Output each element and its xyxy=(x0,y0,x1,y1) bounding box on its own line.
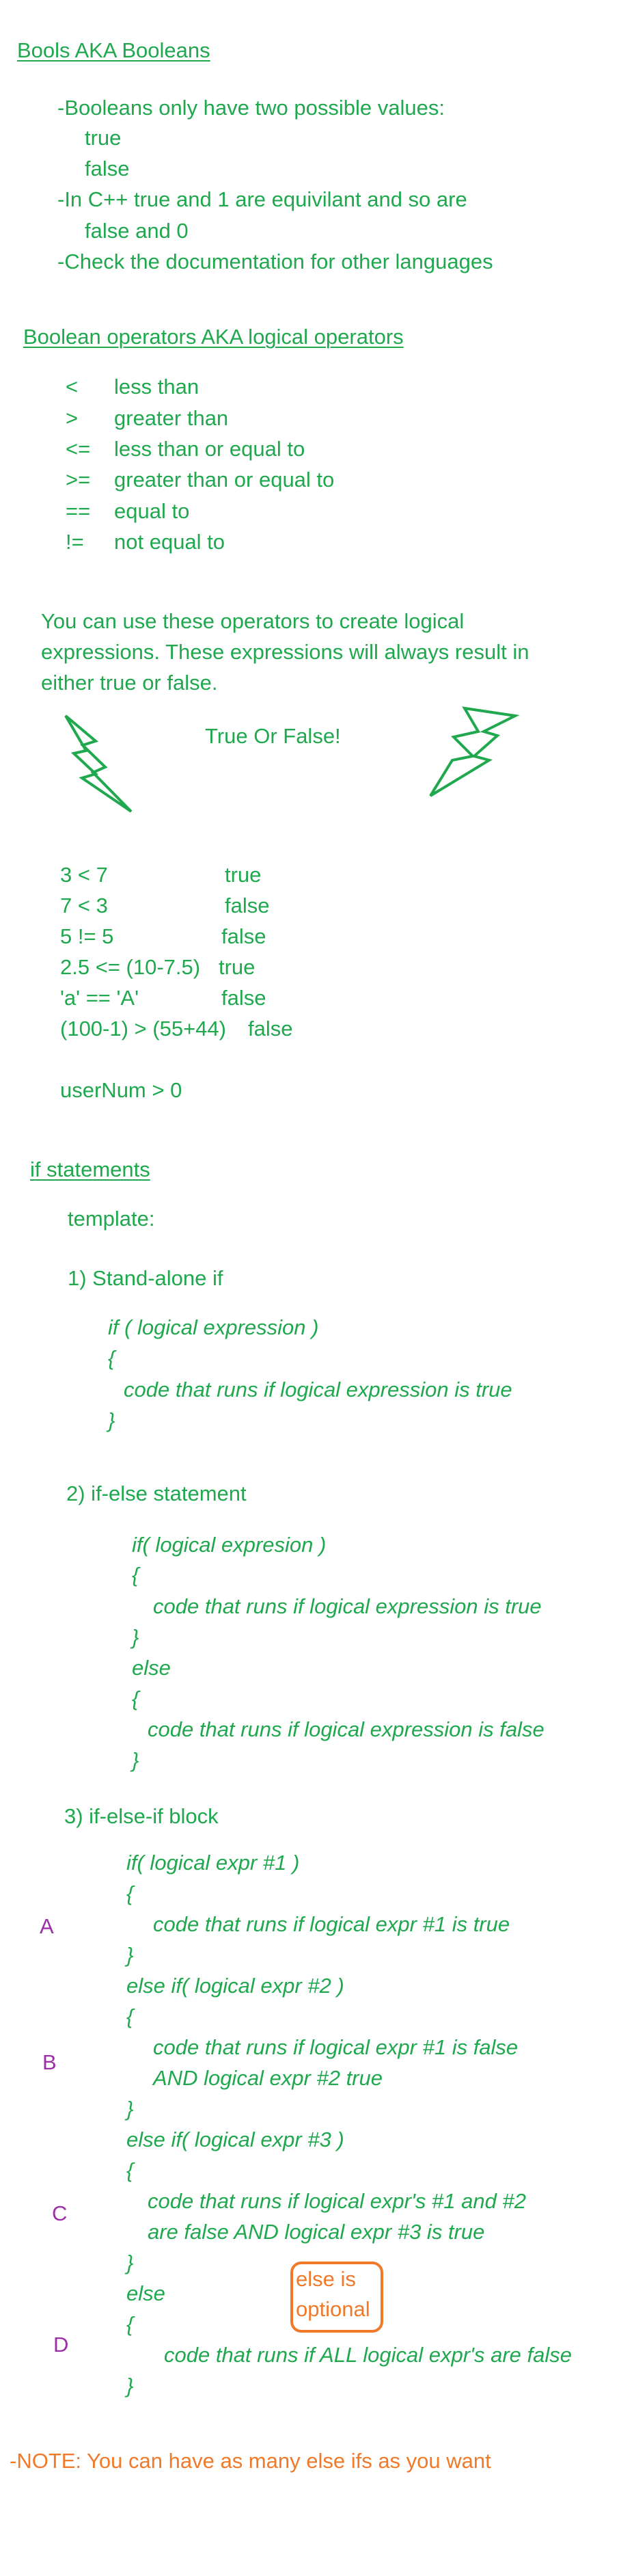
expressions-intro-line: expressions. These expressions will alwa… xyxy=(41,640,529,664)
block-marker-a: A xyxy=(40,1914,54,1938)
operator-symbol: == xyxy=(66,499,91,523)
example-expression: 'a' == 'A' xyxy=(60,986,139,1010)
example-result: false xyxy=(221,986,266,1010)
code-line: else xyxy=(126,2281,165,2305)
example-row: 'a' == 'A' false xyxy=(60,984,470,1012)
if-else-title: 2) if-else statement xyxy=(66,1481,247,1505)
code-line: } xyxy=(126,2374,134,2398)
if-statements-heading: if statements xyxy=(30,1157,150,1181)
operator-row: >= greater than or equal to xyxy=(66,466,544,494)
code-line: } xyxy=(126,2097,134,2121)
block-marker-b: B xyxy=(42,2050,57,2074)
code-line: else if( logical expr #2 ) xyxy=(126,1974,344,1998)
code-line: } xyxy=(108,1408,115,1432)
operator-symbol: <= xyxy=(66,437,91,461)
code-line: else if( logical expr #3 ) xyxy=(126,2128,344,2151)
true-or-false-banner: True Or False! xyxy=(205,724,341,748)
code-line: else xyxy=(132,1656,171,1680)
lightning-bolt-icon xyxy=(429,706,520,797)
code-line: { xyxy=(126,2312,134,2336)
bools-line: true xyxy=(85,126,122,150)
example-result: true xyxy=(219,955,256,979)
code-line: if( logical expresion ) xyxy=(132,1533,327,1557)
expressions-intro-line: either true or false. xyxy=(41,671,218,695)
else-optional-callout: else is optional xyxy=(290,2262,383,2333)
operator-meaning: less than xyxy=(114,375,199,399)
code-line: { xyxy=(126,1881,134,1905)
code-line: { xyxy=(126,2158,134,2182)
example-result: true xyxy=(225,863,262,887)
code-line: code that runs if logical expr #1 is fal… xyxy=(153,2035,519,2059)
code-line: } xyxy=(126,1943,134,1967)
example-row: 5 != 5 false xyxy=(60,923,470,950)
block-marker-d: D xyxy=(53,2333,69,2357)
code-line: if ( logical expression ) xyxy=(108,1315,319,1339)
operators-heading: Boolean operators AKA logical operators xyxy=(23,325,404,349)
operator-meaning: greater than or equal to xyxy=(114,468,335,492)
example-expression: 3 < 7 xyxy=(60,863,108,887)
user-expression: userNum > 0 xyxy=(60,1078,182,1102)
code-line: code that runs if logical expr #1 is tru… xyxy=(153,1912,510,1936)
operator-meaning: less than or equal to xyxy=(114,437,305,461)
example-row: 7 < 3 false xyxy=(60,892,470,920)
code-line: AND logical expr #2 true xyxy=(153,2066,383,2090)
code-line: { xyxy=(132,1563,139,1587)
example-expression: (100-1) > (55+44) xyxy=(60,1017,226,1041)
bools-line: false xyxy=(85,157,130,180)
code-line: { xyxy=(108,1346,115,1370)
bools-heading: Bools AKA Booleans xyxy=(17,38,210,62)
example-row: 3 < 7 true xyxy=(60,861,470,889)
example-expression: 7 < 3 xyxy=(60,894,108,917)
example-expression: 5 != 5 xyxy=(60,924,114,948)
code-line: { xyxy=(126,2004,134,2028)
code-line: code that runs if logical expr's #1 and … xyxy=(148,2189,526,2213)
note-text: -NOTE: You can have as many else ifs as … xyxy=(10,2449,491,2473)
operator-symbol: > xyxy=(66,406,79,430)
code-line: are false AND logical expr #3 is true xyxy=(148,2220,485,2244)
bools-line: -Check the documentation for other langu… xyxy=(57,250,493,273)
operator-symbol: < xyxy=(66,375,79,399)
code-line: code that runs if logical expression is … xyxy=(153,1594,542,1618)
expressions-intro-line: You can use these operators to create lo… xyxy=(41,609,465,633)
example-row: (100-1) > (55+44) false xyxy=(60,1015,470,1043)
operator-meaning: not equal to xyxy=(114,530,225,554)
operator-row: == equal to xyxy=(66,498,544,525)
bools-line: -Booleans only have two possible values: xyxy=(57,96,445,120)
standalone-if-title: 1) Stand-alone if xyxy=(68,1266,223,1290)
example-result: false xyxy=(225,894,270,917)
example-row: 2.5 <= (10-7.5) true xyxy=(60,954,470,981)
operator-symbol: >= xyxy=(66,468,91,492)
code-line: if( logical expr #1 ) xyxy=(126,1851,300,1875)
callout-line: optional xyxy=(296,2297,370,2321)
example-result: false xyxy=(248,1017,293,1041)
operator-symbol: != xyxy=(66,530,84,554)
if-else-if-title: 3) if-else-if block xyxy=(64,1804,219,1828)
operator-row: > greater than xyxy=(66,405,544,432)
example-result: false xyxy=(221,924,266,948)
template-label: template: xyxy=(68,1207,155,1231)
code-line: { xyxy=(132,1687,139,1710)
code-line: } xyxy=(126,2251,134,2275)
operator-row: < less than xyxy=(66,373,544,401)
example-expression: 2.5 <= (10-7.5) xyxy=(60,955,201,979)
bools-line: -In C++ true and 1 are equivilant and so… xyxy=(57,187,467,211)
code-line: } xyxy=(132,1625,139,1649)
operator-row: != not equal to xyxy=(66,528,544,556)
callout-line: else is xyxy=(296,2267,356,2291)
block-marker-c: C xyxy=(52,2201,68,2225)
bools-line: false and 0 xyxy=(85,219,189,243)
code-line: } xyxy=(132,1748,139,1772)
operator-meaning: equal to xyxy=(114,499,190,523)
code-line: code that runs if logical expression is … xyxy=(148,1717,545,1741)
operator-meaning: greater than xyxy=(114,406,229,430)
code-line: code that runs if logical expression is … xyxy=(124,1378,512,1401)
lightning-bolt-icon xyxy=(64,714,133,813)
code-line: code that runs if ALL logical expr's are… xyxy=(164,2343,572,2367)
operator-row: <= less than or equal to xyxy=(66,435,544,463)
